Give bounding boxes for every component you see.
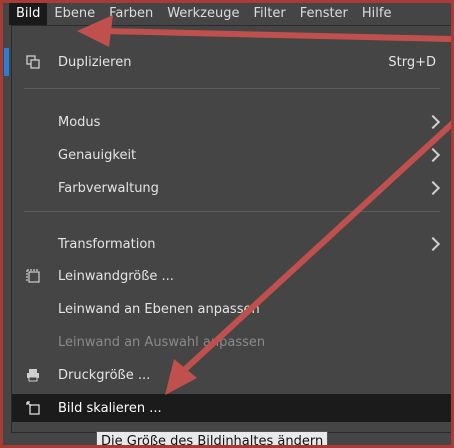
separator (24, 88, 440, 89)
menu-item-label: Farbverwaltung (58, 180, 159, 196)
menu-farben[interactable]: Farben (102, 3, 160, 25)
menu-item-transformation[interactable]: Transformation (12, 230, 451, 258)
duplicate-icon (26, 55, 40, 69)
menu-hilfe[interactable]: Hilfe (355, 3, 399, 25)
chevron-right-icon (425, 147, 441, 163)
menu-item-leinwandgroesse[interactable]: Leinwandgröße ... (12, 262, 451, 290)
menu-werkzeuge[interactable]: Werkzeuge (160, 3, 246, 25)
menu-item-label: Modus (58, 114, 101, 130)
selection-indicator (4, 48, 9, 76)
menu-item-label: Transformation (58, 236, 156, 252)
canvas-size-icon (26, 269, 40, 283)
chevron-right-icon (425, 114, 441, 130)
separator (24, 211, 440, 212)
scale-image-icon (26, 401, 40, 415)
menu-item-leinwand-an-auswahl: Leinwand an Auswahl anpassen (12, 328, 451, 356)
tooltip: Die Größe des Bildinhaltes ändern (96, 431, 329, 445)
menu-item-leinwand-an-ebenen[interactable]: Leinwand an Ebenen anpassen (12, 295, 451, 323)
menu-item-genauigkeit[interactable]: Genauigkeit (12, 141, 451, 169)
menu-item-druckgroesse[interactable]: Druckgröße ... (12, 361, 451, 389)
printer-icon (27, 369, 39, 382)
menu-bild[interactable]: Bild (9, 3, 48, 25)
menu-item-label: Druckgröße ... (58, 367, 151, 383)
menu-item-label: Bild skalieren ... (58, 400, 162, 416)
menu-item-farbverwaltung[interactable]: Farbverwaltung (12, 174, 451, 202)
menu-fenster[interactable]: Fenster (293, 3, 355, 25)
menu-item-label: Genauigkeit (58, 147, 137, 163)
menu-item-bild-skalieren[interactable]: Bild skalieren ... (12, 394, 451, 422)
menu-item-label: Duplizieren (58, 54, 132, 70)
menu-bar: Bild Ebene Farben Werkzeuge Filter Fenst… (3, 3, 451, 25)
chevron-right-icon (425, 180, 441, 196)
screenshot-frame: Bild Ebene Farben Werkzeuge Filter Fenst… (0, 0, 454, 448)
menu-item-label: Leinwandgröße ... (58, 268, 174, 284)
bild-dropdown-menu: Duplizieren Strg+D Modus Genauigkeit Far… (4, 25, 451, 433)
menu-ebene[interactable]: Ebene (47, 3, 102, 25)
menu-item-duplizieren[interactable]: Duplizieren Strg+D (4, 48, 451, 76)
menu-item-label: Leinwand an Ebenen anpassen (58, 301, 260, 317)
menu-filter[interactable]: Filter (246, 3, 292, 25)
menu-item-modus[interactable]: Modus (12, 108, 451, 136)
menu-item-label: Leinwand an Auswahl anpassen (58, 334, 266, 350)
chevron-right-icon (425, 236, 441, 252)
shortcut-label: Strg+D (388, 54, 436, 70)
